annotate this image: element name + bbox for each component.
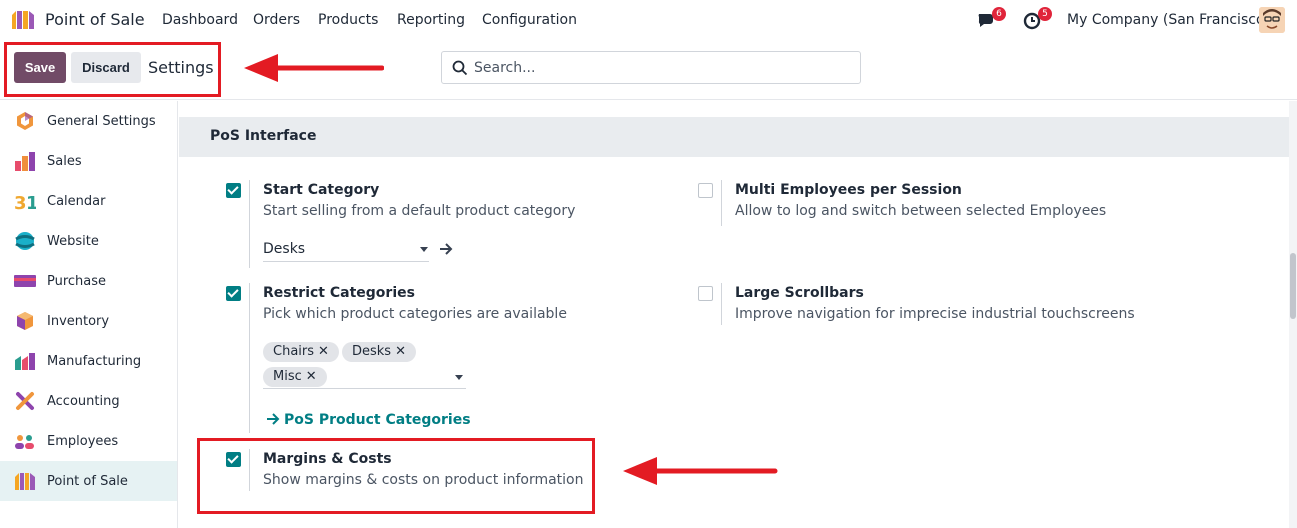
sidebar-item-label: Inventory (47, 314, 110, 329)
user-avatar[interactable] (1259, 7, 1285, 33)
pos-product-categories-link[interactable]: PoS Product Categories (266, 412, 471, 428)
employees-icon (15, 435, 34, 449)
large-scrollbars-checkbox[interactable] (698, 286, 713, 301)
activities-count-badge: 5 (1038, 7, 1052, 21)
control-panel: Save Discard Settings (0, 40, 1297, 100)
annotation-arrow-icon (623, 457, 778, 485)
sidebar-item-purchase[interactable]: Purchase (0, 261, 177, 301)
sidebar-item-label: Sales (47, 154, 82, 169)
manufacturing-icon (15, 353, 35, 370)
setting-title: Large Scrollbars (735, 285, 864, 301)
sidebar-item-point-of-sale[interactable]: Point of Sale (0, 461, 177, 501)
sidebar-item-inventory[interactable]: Inventory (0, 301, 177, 341)
setting-description: Start selling from a default product cat… (263, 203, 576, 219)
chevron-down-icon (420, 247, 428, 252)
divider (721, 283, 722, 325)
annotation-arrow-icon (244, 54, 384, 82)
setting-title: Multi Employees per Session (735, 182, 962, 198)
settings-sidebar: General Settings Sales 3 1 Calendar Webs… (0, 101, 178, 528)
tag-label: Desks (352, 344, 392, 359)
sidebar-item-general-settings[interactable]: General Settings (0, 101, 177, 141)
svg-text:1: 1 (26, 193, 36, 211)
sidebar-item-label: Purchase (47, 274, 107, 289)
sidebar-item-label: Employees (47, 434, 119, 449)
app-name[interactable]: Point of Sale (45, 10, 145, 29)
sidebar-item-website[interactable]: Website (0, 221, 177, 261)
activities-button[interactable]: 5 (1022, 7, 1052, 30)
arrow-right-icon (267, 413, 280, 425)
tag-label: Chairs (273, 344, 315, 359)
search-input[interactable] (474, 57, 844, 79)
section-title: PoS Interface (210, 128, 317, 144)
calendar-icon: 3 1 (14, 193, 36, 211)
messages-count-badge: 6 (992, 7, 1006, 21)
messages-button[interactable]: 6 (976, 7, 1006, 30)
sidebar-item-label: Calendar (47, 194, 106, 209)
sidebar-item-employees[interactable]: Employees (0, 421, 177, 461)
purchase-icon (14, 275, 36, 287)
svg-text:3: 3 (14, 193, 27, 211)
sidebar-item-accounting[interactable]: Accounting (0, 381, 177, 421)
point-of-sale-logo-icon[interactable] (10, 9, 36, 31)
remove-tag-icon[interactable]: ✕ (395, 344, 406, 359)
divider (721, 180, 722, 226)
category-tag: Desks ✕ (342, 342, 416, 362)
sidebar-item-calendar[interactable]: 3 1 Calendar (0, 181, 177, 221)
main-scrollbar[interactable] (1289, 101, 1297, 528)
remove-tag-icon[interactable]: ✕ (318, 344, 329, 359)
top-navbar: Point of Sale Dashboard Orders Products … (0, 0, 1297, 40)
search-icon (452, 60, 468, 76)
select-value: Desks (263, 241, 306, 257)
point-of-sale-icon (15, 473, 35, 490)
company-switcher[interactable]: My Company (San Francisco) (1067, 12, 1270, 28)
sidebar-item-sales[interactable]: Sales (0, 141, 177, 181)
menu-dashboard[interactable]: Dashboard (162, 12, 238, 28)
sidebar-item-label: Manufacturing (47, 354, 142, 369)
setting-title: Start Category (263, 182, 380, 198)
category-tag: Chairs ✕ (263, 342, 339, 362)
annotation-highlight-box (197, 438, 595, 514)
setting-description: Allow to log and switch between selected… (735, 203, 1107, 219)
divider (249, 180, 250, 268)
search-bar[interactable] (441, 51, 861, 84)
sidebar-item-label: General Settings (47, 114, 156, 129)
start-category-checkbox[interactable] (226, 183, 241, 198)
accounting-icon (16, 392, 34, 410)
setting-description: Pick which product categories are availa… (263, 306, 567, 322)
sidebar-item-label: Point of Sale (47, 474, 128, 489)
setting-title: Restrict Categories (263, 285, 415, 301)
category-tag: Misc ✕ (263, 367, 327, 387)
tag-label: Misc (273, 369, 302, 384)
sidebar-item-label: Website (47, 234, 99, 249)
website-icon (15, 232, 35, 250)
scrollbar-thumb[interactable] (1290, 253, 1296, 319)
remove-tag-icon[interactable]: ✕ (306, 369, 317, 384)
menu-orders[interactable]: Orders (253, 12, 300, 28)
chevron-down-icon (455, 375, 463, 380)
multi-employees-checkbox[interactable] (698, 183, 713, 198)
menu-configuration[interactable]: Configuration (482, 12, 577, 28)
sidebar-item-label: Accounting (47, 394, 120, 409)
menu-reporting[interactable]: Reporting (397, 12, 465, 28)
user-avatar-icon (1259, 7, 1285, 33)
general-settings-icon (17, 112, 33, 130)
divider (249, 283, 250, 433)
setting-description: Improve navigation for imprecise industr… (735, 306, 1135, 322)
section-header: PoS Interface (179, 117, 1289, 157)
menu-products[interactable]: Products (318, 12, 378, 28)
restrict-categories-checkbox[interactable] (226, 286, 241, 301)
link-label: PoS Product Categories (284, 412, 471, 428)
annotation-highlight-box (4, 42, 221, 97)
sales-icon (15, 152, 35, 171)
inventory-icon (17, 312, 33, 330)
start-category-select[interactable]: Desks (263, 240, 429, 262)
internal-link-arrow-icon[interactable] (439, 243, 453, 255)
sidebar-item-manufacturing[interactable]: Manufacturing (0, 341, 177, 381)
